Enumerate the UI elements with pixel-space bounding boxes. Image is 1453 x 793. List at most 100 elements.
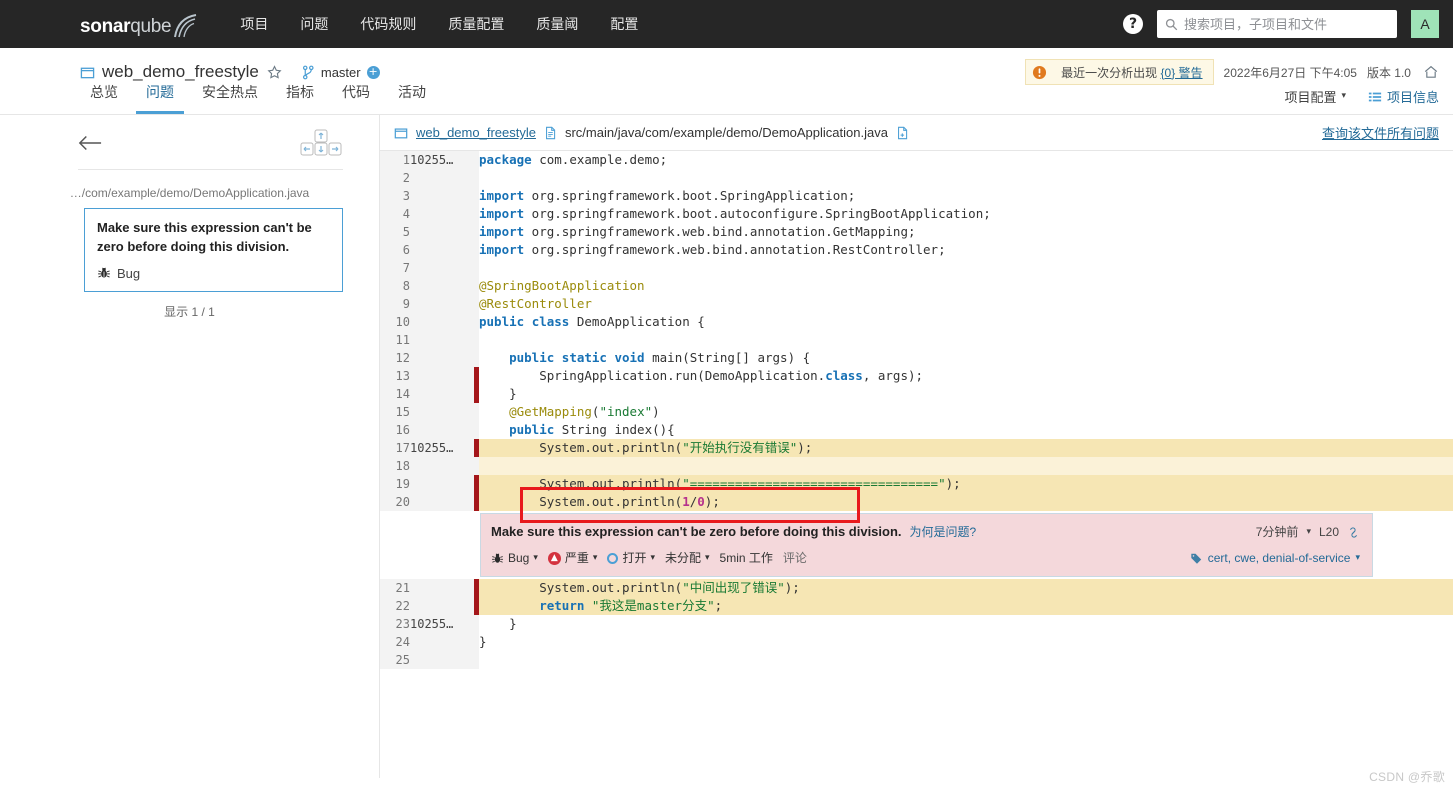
branch-selector[interactable]: master + <box>302 65 380 80</box>
scm-revision[interactable] <box>410 259 474 277</box>
issue-box-primary-row: Make sure this expression can't be zero … <box>491 523 1360 541</box>
code-text: @RestController <box>479 296 592 311</box>
nav-item-quality-gates[interactable]: 质量阈 <box>520 0 594 48</box>
scm-revision[interactable] <box>410 367 474 385</box>
scm-revision[interactable] <box>410 313 474 331</box>
why-is-this-an-issue-link[interactable]: 为何是问题? <box>910 523 977 541</box>
home-icon[interactable] <box>1423 64 1439 80</box>
nav-item-issues[interactable]: 问题 <box>284 0 344 48</box>
help-icon[interactable]: ? <box>1123 14 1143 34</box>
scm-revision[interactable] <box>410 493 474 511</box>
issue-assignee-selector[interactable]: 未分配 ▾ <box>665 549 710 567</box>
warning-count-link[interactable]: {0} 警告 <box>1161 66 1203 80</box>
line-number[interactable]: 6 <box>380 241 410 259</box>
line-number[interactable]: 11 <box>380 331 410 349</box>
tab-security-hotspots[interactable]: 安全热点 <box>192 82 268 114</box>
line-number[interactable]: 25 <box>380 651 410 669</box>
project-settings-button[interactable]: 项目配置 ▾ <box>1284 87 1346 106</box>
line-number[interactable]: 15 <box>380 403 410 421</box>
scm-revision[interactable] <box>410 475 474 493</box>
line-number[interactable]: 14 <box>380 385 410 403</box>
tab-activity[interactable]: 活动 <box>388 82 436 114</box>
issue-status-label: 打开 <box>622 551 647 565</box>
line-number[interactable]: 5 <box>380 223 410 241</box>
issue-status-selector[interactable]: 打开 ▾ <box>607 549 655 567</box>
star-icon[interactable] <box>267 64 282 80</box>
line-number[interactable]: 19 <box>380 475 410 493</box>
scm-revision[interactable] <box>410 223 474 241</box>
tab-overview[interactable]: 总览 <box>80 82 128 114</box>
code-text: } <box>479 386 517 401</box>
line-number[interactable]: 18 <box>380 457 410 475</box>
line-number[interactable]: 3 <box>380 187 410 205</box>
sonarqube-logo[interactable]: sonarqube <box>80 12 198 38</box>
tab-code[interactable]: 代码 <box>332 82 380 114</box>
scm-revision[interactable] <box>410 385 474 403</box>
issue-comment-button[interactable]: 评论 <box>783 549 807 567</box>
nav-item-projects[interactable]: 项目 <box>224 0 284 48</box>
line-number[interactable]: 10 <box>380 313 410 331</box>
scm-revision[interactable] <box>410 403 474 421</box>
line-number[interactable]: 1 <box>380 151 410 169</box>
link-icon[interactable] <box>1347 526 1360 539</box>
scm-revision[interactable] <box>410 651 474 669</box>
line-number[interactable]: 8 <box>380 277 410 295</box>
nav-item-administration[interactable]: 配置 <box>594 0 654 48</box>
scm-revision[interactable] <box>410 457 474 475</box>
global-search[interactable] <box>1157 10 1397 38</box>
scm-revision[interactable] <box>410 331 474 349</box>
line-number[interactable]: 2 <box>380 169 410 187</box>
scm-revision[interactable]: 10255… <box>410 439 474 457</box>
scm-revision[interactable] <box>410 205 474 223</box>
project-information-label: 项目信息 <box>1386 90 1439 105</box>
scm-revision[interactable] <box>410 187 474 205</box>
scm-revision[interactable] <box>410 277 474 295</box>
issue-age[interactable]: 7分钟前 <box>1256 523 1299 541</box>
line-number[interactable]: 23 <box>380 615 410 633</box>
line-number[interactable]: 9 <box>380 295 410 313</box>
scm-revision[interactable] <box>410 579 474 597</box>
line-number[interactable]: 7 <box>380 259 410 277</box>
scm-revision[interactable] <box>410 349 474 367</box>
scm-revision[interactable] <box>410 597 474 615</box>
watermark: CSDN @乔歌 <box>1369 770 1445 784</box>
copy-file-icon[interactable] <box>896 126 909 140</box>
nav-item-quality-profiles[interactable]: 质量配置 <box>432 0 520 48</box>
plus-circle-icon[interactable]: + <box>366 65 380 79</box>
line-number[interactable]: 17 <box>380 439 410 457</box>
search-input[interactable] <box>1184 16 1389 32</box>
scm-revision[interactable] <box>410 421 474 439</box>
analysis-warning-banner[interactable]: 最近一次分析出现 {0} 警告 <box>1025 59 1214 85</box>
line-number[interactable]: 24 <box>380 633 410 651</box>
scm-revision[interactable] <box>410 169 474 187</box>
line-number[interactable]: 22 <box>380 597 410 615</box>
code-line: 6 import org.springframework.web.bind.ann… <box>380 241 1453 259</box>
scm-revision[interactable]: 10255… <box>410 615 474 633</box>
scm-revision[interactable]: 10255… <box>410 151 474 169</box>
line-number[interactable]: 16 <box>380 421 410 439</box>
tab-measures[interactable]: 指标 <box>276 82 324 114</box>
project-information-button[interactable]: 项目信息 <box>1368 87 1439 106</box>
line-number[interactable]: 12 <box>380 349 410 367</box>
nav-item-rules[interactable]: 代码规则 <box>344 0 432 48</box>
issue-tags-selector[interactable]: cert, cwe, denial-of-service ▾ <box>1190 549 1360 567</box>
breadcrumb-project-link[interactable]: web_demo_freestyle <box>416 125 536 140</box>
issue-type-selector[interactable]: Bug ▾ <box>491 549 538 567</box>
scm-revision[interactable] <box>410 241 474 259</box>
branch-icon <box>302 65 314 79</box>
tab-issues[interactable]: 问题 <box>136 82 184 114</box>
chevron-down-icon: ▾ <box>705 552 710 562</box>
issue-severity-selector[interactable]: ▲ 严重 ▾ <box>547 549 597 567</box>
scm-revision[interactable] <box>410 633 474 651</box>
sidebar-issue-card[interactable]: Make sure this expression can't be zero … <box>84 208 343 292</box>
all-file-issues-link[interactable]: 查询该文件所有问题 <box>1322 123 1439 142</box>
line-number[interactable]: 21 <box>380 579 410 597</box>
user-avatar[interactable]: A <box>1411 10 1439 38</box>
inline-issue-box[interactable]: Make sure this expression can't be zero … <box>480 513 1373 577</box>
project-version: 版本 1.0 <box>1366 65 1411 80</box>
scm-revision[interactable] <box>410 295 474 313</box>
line-number[interactable]: 4 <box>380 205 410 223</box>
back-arrow-icon[interactable] <box>78 134 102 152</box>
line-number[interactable]: 13 <box>380 367 410 385</box>
line-number[interactable]: 20 <box>380 493 410 511</box>
